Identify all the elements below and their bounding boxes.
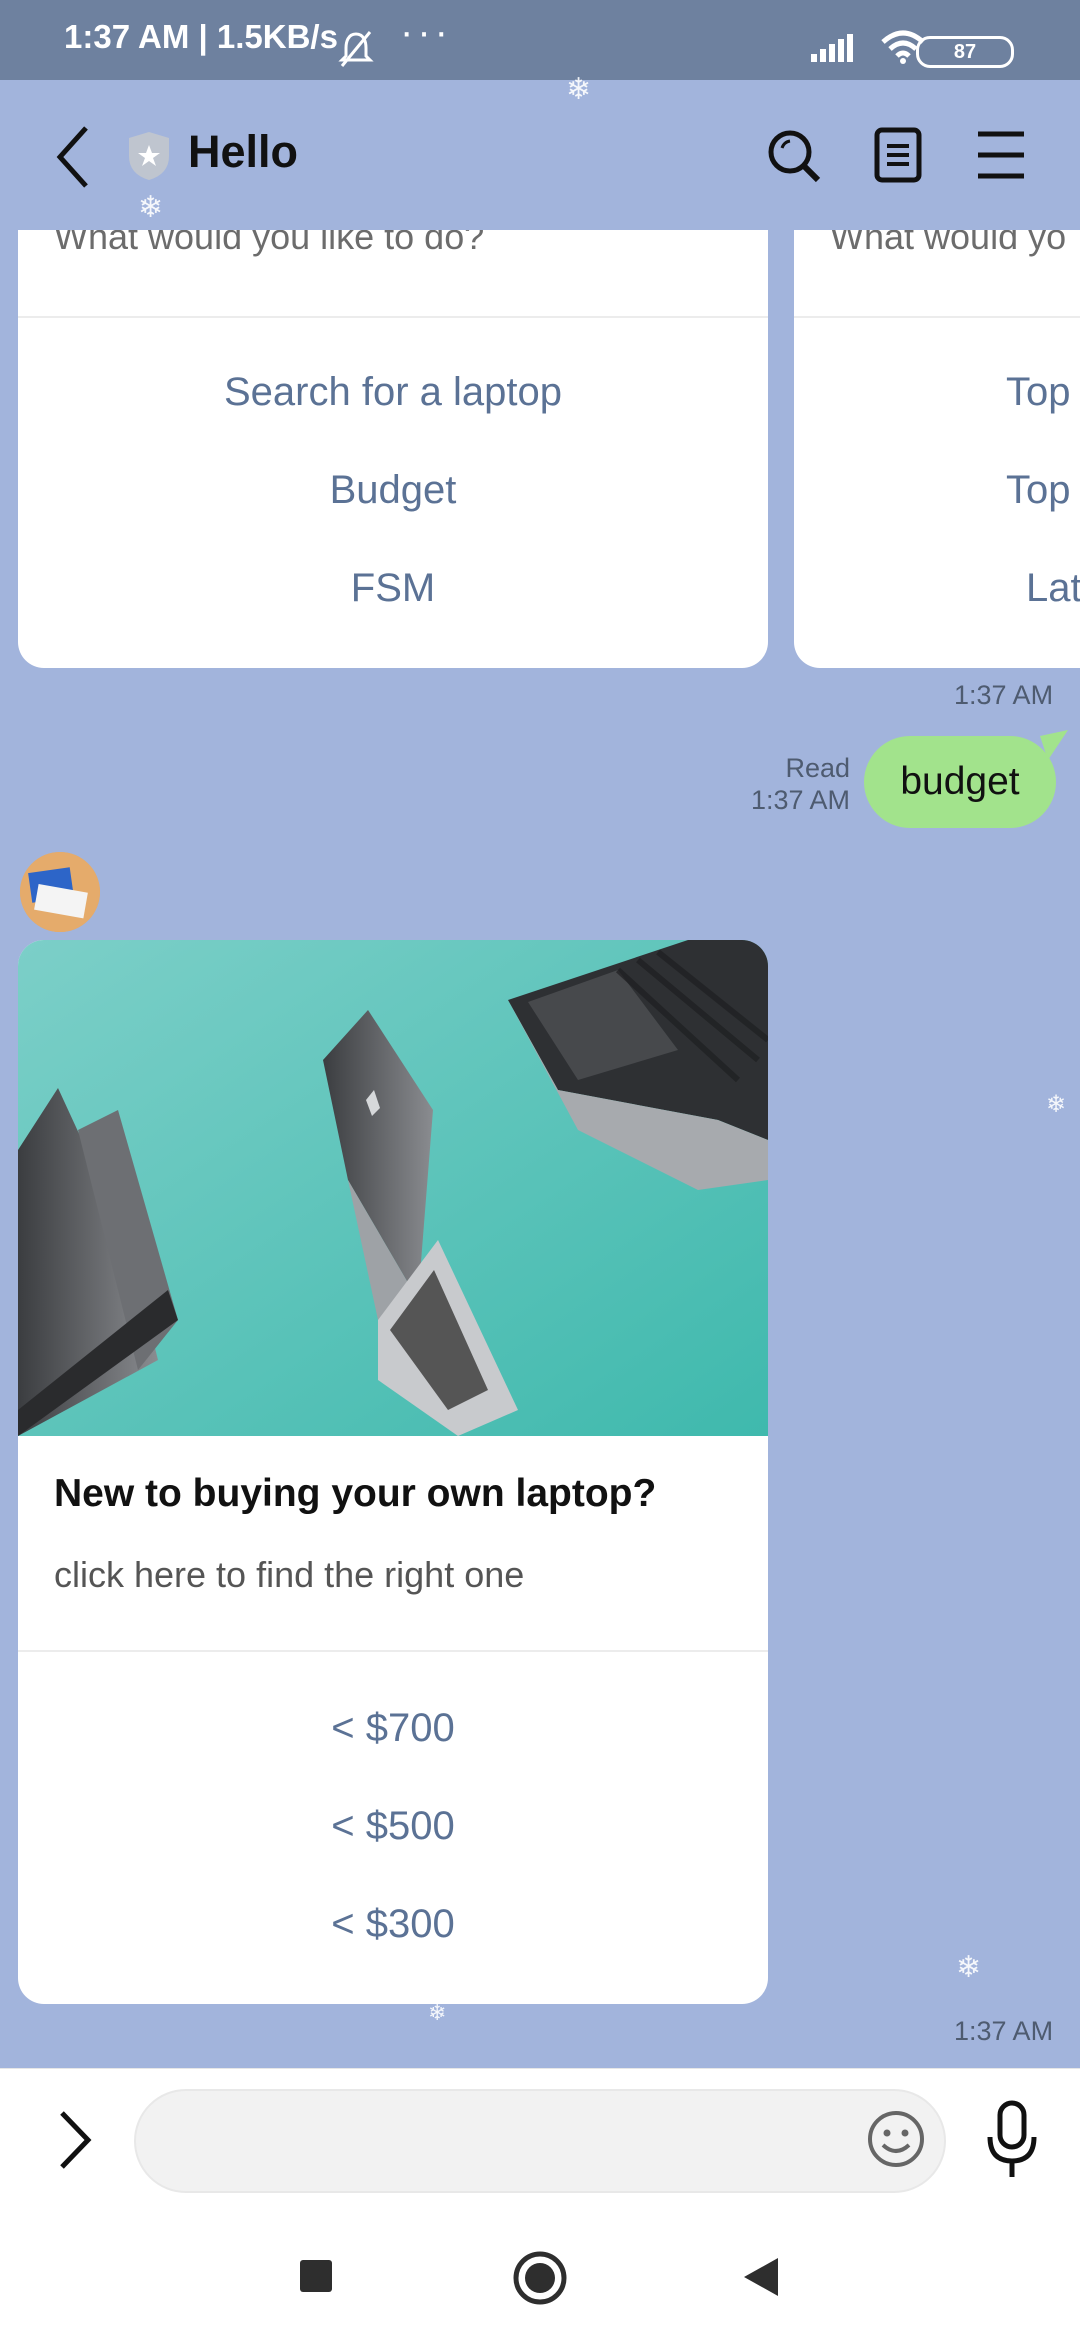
bot-avatar[interactable]	[20, 852, 100, 932]
card-divider	[18, 316, 768, 318]
message-input-field[interactable]	[134, 2089, 946, 2193]
action-budget[interactable]: Budget	[18, 468, 768, 513]
action-fsm[interactable]: FSM	[18, 566, 768, 611]
action-search-laptop[interactable]: Search for a laptop	[18, 370, 768, 415]
recents-square-icon[interactable]	[298, 2258, 334, 2294]
chat-title: Hello	[188, 126, 299, 177]
card-title: New to buying your own laptop?	[54, 1472, 657, 1515]
read-receipt: Read 1:37 AM	[700, 752, 850, 816]
battery-indicator: 87	[916, 36, 1014, 68]
card-question: What would you like to do?	[54, 230, 485, 257]
product-card[interactable]: New to buying your own laptop? click her…	[18, 940, 768, 2004]
status-more-dots: ···	[400, 10, 452, 54]
message-input-bar	[0, 2068, 1080, 2211]
user-message-bubble[interactable]: budget	[864, 736, 1056, 828]
laptop-avatar-icon	[20, 852, 100, 932]
action-lat[interactable]: Lat	[1026, 566, 1080, 611]
message-input[interactable]	[176, 2091, 880, 2193]
status-time-speed: 1:37 AM | 1.5KB/s	[64, 18, 338, 55]
home-circle-icon[interactable]	[512, 2250, 568, 2306]
read-label: Read	[785, 753, 850, 783]
options-card: What would you like to do? Search for a …	[18, 230, 768, 668]
emoji-icon[interactable]	[864, 2107, 928, 2171]
status-bar: 1:37 AM | 1.5KB/s ··· 87	[0, 0, 1080, 80]
bell-muted-icon	[338, 31, 374, 67]
laptops-hero-image	[18, 940, 768, 1436]
card-divider	[794, 316, 1080, 318]
message-time: 1:37 AM	[954, 680, 1054, 710]
cell-signal-icon	[811, 34, 853, 62]
action-under-300[interactable]: < $300	[18, 1902, 768, 1947]
message-time: 1:37 AM	[954, 2016, 1054, 2046]
card-divider	[18, 1650, 768, 1652]
chat-header: Hello	[0, 80, 1080, 230]
snowflake-icon: ❄	[956, 1951, 982, 1984]
card-question: What would yo	[830, 230, 1067, 257]
menu-icon[interactable]	[972, 120, 1032, 190]
search-icon[interactable]	[764, 120, 824, 190]
action-top-2[interactable]: Top	[1006, 468, 1080, 513]
snowflake-icon: ❄	[1046, 1091, 1067, 1118]
read-time: 1:37 AM	[750, 785, 850, 815]
card-subtitle: click here to find the right one	[54, 1554, 525, 1595]
action-under-500[interactable]: < $500	[18, 1804, 768, 1849]
microphone-icon[interactable]	[984, 2099, 1040, 2183]
notes-icon[interactable]	[868, 120, 928, 190]
action-under-700[interactable]: < $700	[18, 1706, 768, 1751]
shield-icon	[129, 132, 169, 180]
options-card-2: What would yo Top Top Lat	[794, 230, 1080, 668]
back-arrow-icon[interactable]	[52, 122, 92, 192]
back-triangle-icon[interactable]	[742, 2256, 782, 2298]
action-top-1[interactable]: Top	[1006, 370, 1080, 415]
expand-chevron-icon[interactable]	[52, 2107, 96, 2173]
system-nav-bar	[0, 2210, 1080, 2340]
